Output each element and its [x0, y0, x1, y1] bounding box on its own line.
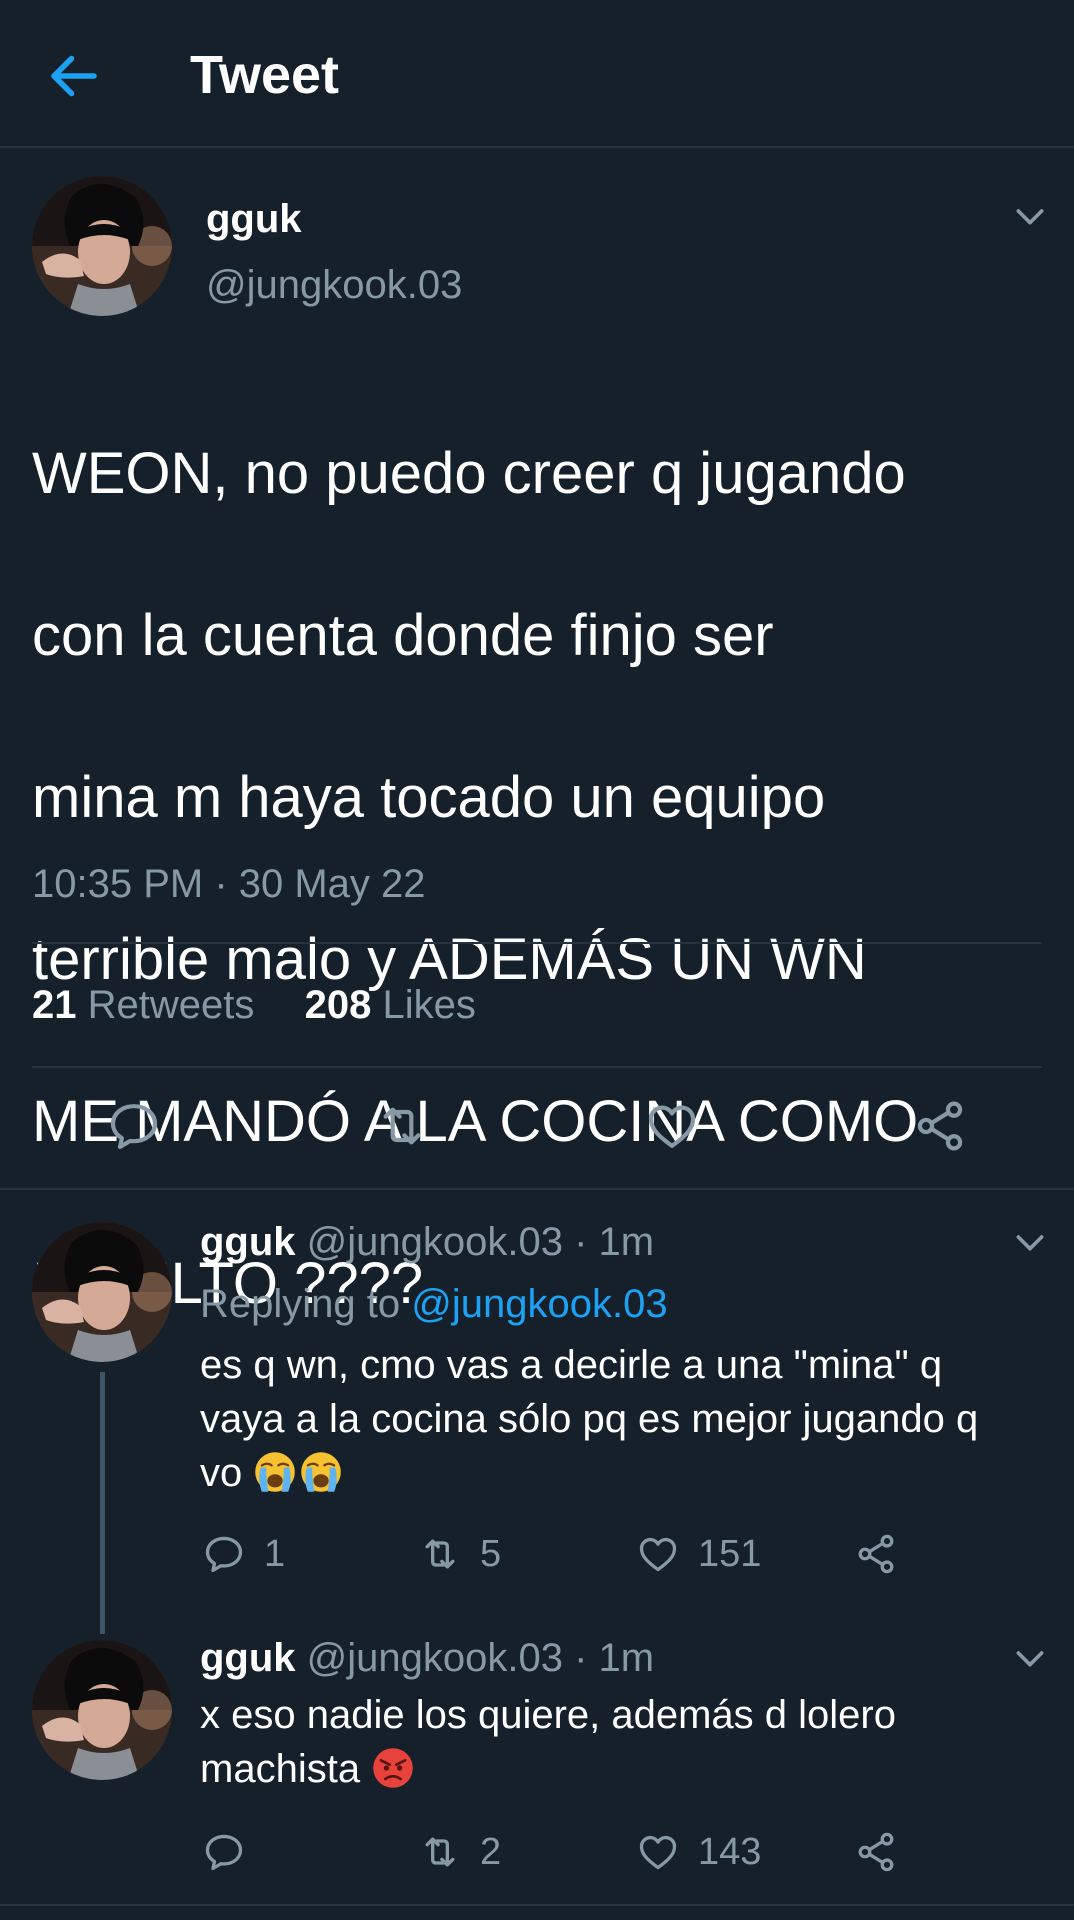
reply-text-line: x eso nadie los quiere, además d lolero	[200, 1693, 896, 1737]
heart-icon[interactable]	[636, 1532, 680, 1576]
loudly-crying-face-emoji	[299, 1450, 343, 1494]
share-icon[interactable]	[854, 1532, 898, 1576]
reply-icon[interactable]	[106, 1098, 162, 1154]
retweets-count[interactable]: 21	[32, 983, 77, 1027]
replying-handle[interactable]: @jungkook.03	[411, 1282, 667, 1326]
loudly-crying-face-emoji	[253, 1450, 297, 1494]
arrow-left-icon[interactable]	[44, 46, 104, 106]
divider	[32, 1066, 1042, 1068]
angry-face-emoji	[371, 1746, 415, 1790]
reply-author-name[interactable]: gguk	[200, 1220, 296, 1264]
reply-count: 1	[264, 1533, 286, 1575]
divider	[0, 1188, 1074, 1190]
reply-header: gguk @jungkook.03 · 1m	[200, 1218, 654, 1266]
retweet-action[interactable]: 2	[418, 1830, 501, 1874]
heart-icon[interactable]	[644, 1098, 700, 1154]
reply-meta[interactable]: @jungkook.03 · 1m	[307, 1220, 654, 1264]
divider	[0, 1904, 1074, 1906]
reply-text-line: vo	[200, 1446, 1050, 1500]
tweet-text-line: mina m haya tocado un equipo	[32, 765, 826, 830]
chevron-down-icon[interactable]	[1010, 1638, 1050, 1678]
reply-text: es q wn, cmo vas a decirle a una "mina" …	[200, 1338, 1050, 1500]
reply-icon[interactable]	[202, 1830, 246, 1874]
reply-icon[interactable]	[202, 1532, 246, 1576]
avatar[interactable]	[32, 1640, 172, 1780]
tweet-text-line: ME MANDÓ A LA COCINA COMO	[32, 1089, 919, 1154]
tweet-timestamp[interactable]: 10:35 PM · 30 May 22	[32, 860, 426, 908]
retweet-action[interactable]: 5	[418, 1532, 501, 1576]
reply-text-line-end: vo	[200, 1451, 243, 1495]
reply-action[interactable]: 1	[202, 1532, 285, 1576]
share-icon[interactable]	[912, 1098, 968, 1154]
reply-text: x eso nadie los quiere, además d lolero …	[200, 1688, 1050, 1796]
retweet-count: 5	[480, 1533, 502, 1575]
top-bar: Tweet	[0, 0, 1074, 148]
heart-icon[interactable]	[636, 1830, 680, 1874]
divider	[32, 942, 1042, 944]
tweet-text-line: con la cuenta donde finjo ser	[32, 603, 774, 668]
reply-meta[interactable]: @jungkook.03 · 1m	[307, 1636, 654, 1680]
share-icon[interactable]	[854, 1830, 898, 1874]
tweet-text-line: WEON, no puedo creer q jugando	[32, 441, 906, 506]
reply-author-name[interactable]: gguk	[200, 1636, 296, 1680]
share-action[interactable]	[854, 1830, 898, 1874]
share-action[interactable]	[854, 1532, 898, 1576]
chevron-down-icon[interactable]	[1010, 1222, 1050, 1262]
retweet-count: 2	[480, 1831, 502, 1873]
like-action[interactable]: 143	[636, 1830, 761, 1874]
like-count: 151	[698, 1533, 762, 1575]
page-title: Tweet	[190, 45, 340, 105]
avatar[interactable]	[32, 176, 172, 316]
likes-count[interactable]: 208	[305, 983, 372, 1027]
chevron-down-icon[interactable]	[1010, 196, 1050, 236]
replying-prefix: Replying to	[200, 1282, 412, 1326]
reply-action[interactable]	[202, 1830, 264, 1874]
engagement-stats: 21 Retweets 208 Likes	[32, 980, 476, 1030]
avatar[interactable]	[32, 1222, 172, 1362]
retweets-label[interactable]: Retweets	[88, 983, 255, 1027]
author-name[interactable]: gguk	[206, 196, 302, 242]
reply-text-line: es q wn, cmo vas a decirle a una "mina" …	[200, 1343, 943, 1387]
replying-to: Replying to @jungkook.03	[200, 1280, 668, 1328]
reply-text-line: machista	[200, 1742, 1050, 1796]
reply-text-line-end: machista	[200, 1747, 361, 1791]
author-handle[interactable]: @jungkook.03	[206, 262, 462, 308]
like-action[interactable]: 151	[636, 1532, 761, 1576]
retweet-icon[interactable]	[374, 1098, 430, 1154]
reply-text-line: vaya a la cocina sólo pq es mejor jugand…	[200, 1397, 979, 1441]
like-count: 143	[698, 1831, 762, 1873]
likes-label[interactable]: Likes	[383, 983, 476, 1027]
retweet-icon[interactable]	[418, 1532, 462, 1576]
retweet-icon[interactable]	[418, 1830, 462, 1874]
reply-header: gguk @jungkook.03 · 1m	[200, 1634, 654, 1682]
thread-connector	[100, 1372, 105, 1634]
